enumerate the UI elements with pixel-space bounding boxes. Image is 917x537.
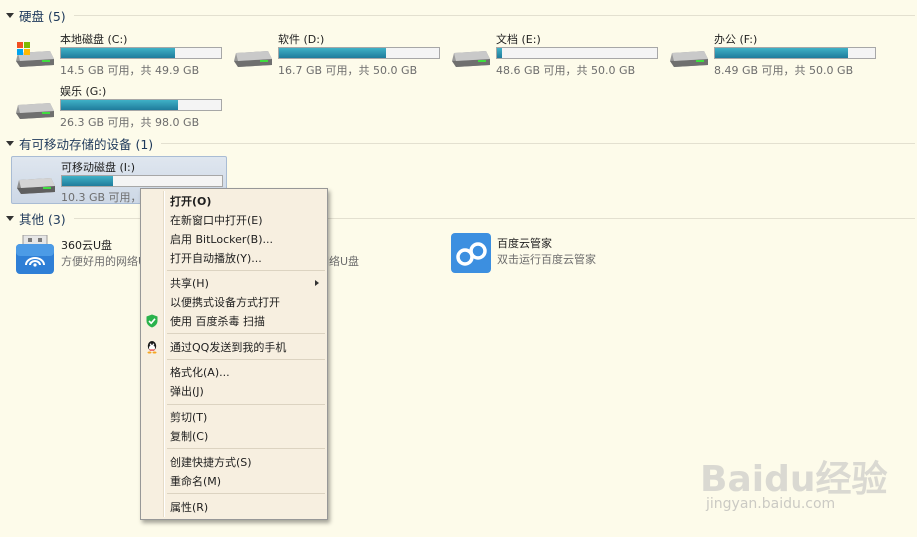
group-title: 其他 (3) [19, 211, 66, 227]
menu-separator [167, 333, 325, 334]
group-header-removable[interactable]: 有可移动存储的设备 (1) [0, 134, 917, 152]
menu-item-label: 剪切(T) [170, 410, 208, 424]
menu-item-properties[interactable]: 属性(R) [141, 497, 327, 516]
drive-c[interactable]: 本地磁盘 (C:) 14.5 GB 可用，共 49.9 GB [14, 31, 232, 79]
app-name: 360云U盘 [61, 239, 113, 252]
hard-drive-icon [670, 51, 708, 67]
hard-drive-icon [16, 103, 54, 119]
menu-item-cut[interactable]: 剪切(T) [141, 407, 327, 426]
group-header-hdd[interactable]: 硬盘 (5) [0, 6, 917, 24]
menu-item-label: 以便携式设备方式打开 [170, 295, 280, 309]
menu-separator [167, 404, 325, 405]
watermark-url: jingyan.baidu.com [706, 496, 836, 512]
menu-item-format[interactable]: 格式化(A)... [141, 362, 327, 381]
drive-space: 8.49 GB 可用，共 50.0 GB [714, 64, 854, 77]
usage-fill [61, 48, 175, 58]
menu-item-baidu-antivirus-scan[interactable]: 使用 百度杀毒 扫描 [141, 311, 327, 330]
app-360-cloud-disk[interactable]: 360云U盘 方便好用的网络U [15, 235, 147, 275]
drive-name: 可移动磁盘 (I:) [61, 161, 136, 174]
drive-e[interactable]: 文档 (E:) 48.6 GB 可用，共 50.0 GB [450, 31, 668, 79]
menu-item-label: 创建快捷方式(S) [170, 455, 252, 469]
menu-item-label: 在新窗口中打开(E) [170, 213, 263, 227]
usage-fill [715, 48, 848, 58]
usage-bar [60, 47, 222, 59]
usage-fill [62, 176, 114, 186]
menu-separator [167, 493, 325, 494]
menu-item-label: 打开自动播放(Y)... [170, 251, 262, 265]
menu-item-label: 使用 百度杀毒 扫描 [170, 314, 265, 328]
menu-item-rename[interactable]: 重命名(M) [141, 471, 327, 490]
menu-item-copy[interactable]: 复制(C) [141, 426, 327, 445]
watermark-logo-text: Baidu经验 [700, 459, 888, 500]
menu-item-label: 属性(R) [170, 500, 209, 514]
usage-fill [279, 48, 387, 58]
usage-fill [497, 48, 502, 58]
drive-name: 娱乐 (G:) [60, 85, 107, 98]
menu-item-open[interactable]: 打开(O) [141, 191, 327, 210]
app-description: 双击运行百度云管家 [497, 253, 596, 266]
baidu-jingyan-watermark: Baidu经验 jingyan.baidu.com [700, 450, 900, 520]
360-cloud-usb-icon [16, 235, 54, 274]
drive-d[interactable]: 软件 (D:) 16.7 GB 可用，共 50.0 GB [232, 31, 450, 79]
menu-item-share[interactable]: 共享(H) [141, 273, 327, 292]
menu-item-label: 通过QQ发送到我的手机 [170, 340, 287, 354]
menu-item-label: 启用 BitLocker(B)... [170, 232, 274, 246]
menu-separator [167, 448, 325, 449]
usage-bar [278, 47, 440, 59]
menu-item-open-portable[interactable]: 以便携式设备方式打开 [141, 292, 327, 311]
usage-fill [61, 100, 178, 110]
usage-bar [714, 47, 876, 59]
usage-bar [496, 47, 658, 59]
app-baidu-cloud[interactable]: 百度云管家 双击运行百度云管家 [451, 233, 611, 273]
drive-space: 14.5 GB 可用，共 49.9 GB [60, 64, 200, 77]
menu-item-label: 复制(C) [170, 429, 209, 443]
drive-name: 软件 (D:) [278, 33, 325, 46]
group-header-other[interactable]: 其他 (3) [0, 209, 917, 227]
divider [73, 14, 915, 16]
drive-name: 文档 (E:) [496, 33, 541, 46]
menu-item-qq-send[interactable]: 通过QQ发送到我的手机 [141, 337, 327, 356]
group-title: 硬盘 (5) [19, 8, 66, 24]
usage-bar [61, 175, 223, 187]
windows-drive-icon [16, 42, 54, 67]
menu-item-label: 打开(O) [170, 194, 212, 208]
menu-item-open-new-window[interactable]: 在新窗口中打开(E) [141, 210, 327, 229]
usb-drive-icon [17, 178, 55, 194]
shield-icon [146, 314, 158, 327]
divider [161, 142, 915, 144]
app-description: 方便好用的网络U [61, 255, 147, 268]
menu-separator [167, 359, 325, 360]
hard-drive-icon [452, 51, 490, 67]
menu-item-label: 格式化(A)... [170, 365, 230, 379]
collapse-arrow-icon[interactable] [6, 216, 14, 221]
menu-item-autoplay[interactable]: 打开自动播放(Y)... [141, 248, 327, 267]
menu-separator [167, 270, 325, 271]
drive-g[interactable]: 娱乐 (G:) 26.3 GB 可用，共 98.0 GB [14, 83, 232, 131]
baidu-cloud-icon [451, 233, 491, 273]
context-menu: 打开(O) 在新窗口中打开(E) 启用 BitLocker(B)... 打开自动… [140, 188, 328, 520]
qq-penguin-icon [147, 340, 157, 353]
menu-item-bitlocker[interactable]: 启用 BitLocker(B)... [141, 229, 327, 248]
menu-item-label: 共享(H) [170, 276, 209, 290]
drive-name: 办公 (F:) [714, 33, 758, 46]
drive-space: 16.7 GB 可用，共 50.0 GB [278, 64, 418, 77]
drive-f[interactable]: 办公 (F:) 8.49 GB 可用，共 50.0 GB [668, 31, 886, 79]
drive-space: 26.3 GB 可用，共 98.0 GB [60, 116, 200, 129]
menu-item-label: 重命名(M) [170, 474, 222, 488]
menu-item-eject[interactable]: 弹出(J) [141, 381, 327, 400]
menu-item-label: 弹出(J) [170, 384, 204, 398]
group-title: 有可移动存储的设备 (1) [19, 136, 154, 152]
app-name: 百度云管家 [497, 237, 552, 250]
hard-drive-icon [234, 51, 272, 67]
drive-name: 本地磁盘 (C:) [60, 33, 128, 46]
collapse-arrow-icon[interactable] [6, 13, 14, 18]
submenu-arrow-icon [315, 279, 319, 286]
drive-space: 48.6 GB 可用，共 50.0 GB [496, 64, 636, 77]
menu-item-create-shortcut[interactable]: 创建快捷方式(S) [141, 452, 327, 471]
collapse-arrow-icon[interactable] [6, 141, 14, 146]
drive-space: 10.3 GB 可用，共 [61, 191, 153, 204]
usage-bar [60, 99, 222, 111]
